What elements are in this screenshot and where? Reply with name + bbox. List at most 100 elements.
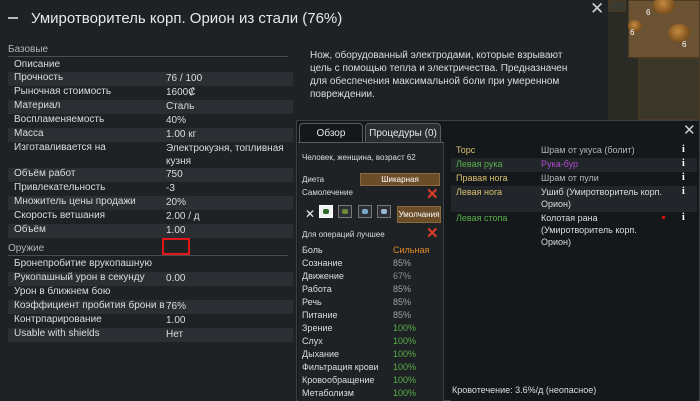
hediff-row[interactable]: Торс Шрам от укуса (болит) i	[451, 144, 697, 158]
stat-row[interactable]: Usable with shields Нет	[8, 328, 293, 342]
map-item-count: 6	[630, 28, 635, 37]
hediff-row[interactable]: Левая стопа Колотая рана (Умиротворитель…	[451, 212, 697, 250]
stat-row[interactable]: Масса 1.00 кг	[8, 128, 293, 142]
stat-value: 40%	[166, 115, 187, 126]
tab-overview[interactable]: Обзор	[299, 123, 363, 143]
stat-row[interactable]: Объём работ 750	[8, 168, 293, 182]
stat-row[interactable]: Коэффициент пробития брони в 76%	[8, 300, 293, 314]
body-part: Правая нога	[456, 173, 508, 183]
capacity-value: 67%	[393, 271, 412, 281]
capacity-value: 100%	[393, 336, 417, 346]
hediff-row[interactable]: Правая нога Шрам от пули i	[451, 172, 697, 186]
ultratech-medicine-icon[interactable]	[358, 205, 372, 218]
stat-row[interactable]: Бронепробитие врукопашную	[8, 258, 293, 272]
close-icon[interactable]: ✕	[683, 123, 696, 138]
body-part: Левая нога	[456, 187, 503, 197]
capacity-row[interactable]: Питание 85%	[302, 310, 442, 323]
stat-label: Рыночная стоимость	[14, 86, 112, 97]
capacity-row[interactable]: Речь 85%	[302, 297, 442, 310]
industrial-medicine-icon[interactable]	[338, 205, 352, 218]
capacity-label: Слух	[302, 336, 323, 346]
info-icon[interactable]: i	[682, 212, 685, 224]
stat-row[interactable]: Множитель цены продажи 20%	[8, 196, 293, 210]
stat-label: Описание	[14, 59, 61, 70]
hediff-label: Рука-бур	[541, 159, 579, 169]
hediff-label: Колотая рана (Умиротворитель корп. Орион…	[541, 213, 637, 247]
health-panel: Обзор Процедуры (0) ✕ Человек, женщина, …	[296, 120, 700, 401]
stat-label: Урон в ближнем бою	[14, 286, 111, 297]
hediff-row[interactable]: Левая нога Ушиб (Умиротворитель корп. Ор…	[451, 186, 697, 212]
stat-label: Изготавливается на	[14, 142, 106, 153]
stat-value: 0.00	[166, 273, 186, 284]
capacity-row[interactable]: Боль Сильная	[302, 245, 442, 258]
stat-label: Объём	[14, 224, 46, 235]
herbal-medicine-icon[interactable]	[319, 205, 333, 218]
operations-label: Для операций лучшее	[302, 230, 385, 239]
item-description: Нож, оборудованный электродами, которые …	[310, 50, 568, 100]
capacity-row[interactable]: Фильтрация крови 100%	[302, 362, 442, 375]
wood-stack-icon[interactable]	[668, 24, 690, 42]
diet-label: Диета	[302, 175, 325, 184]
stat-row[interactable]: Изготавливается на Электрокузня, топливна…	[8, 142, 293, 168]
capacity-value: 85%	[393, 310, 412, 320]
divider	[8, 255, 288, 256]
capacity-value: 100%	[393, 323, 417, 333]
stat-row[interactable]: Описание	[8, 59, 293, 73]
info-icon[interactable]: i	[682, 186, 685, 198]
info-icon[interactable]: i	[682, 144, 685, 156]
capacity-row[interactable]: Работа 85%	[302, 284, 442, 297]
capacity-label: Сознание	[302, 258, 343, 268]
capacity-value: 100%	[393, 375, 417, 385]
capacity-value: 100%	[393, 362, 417, 372]
hediff-list: Торс Шрам от укуса (болит) i Левая рука …	[451, 142, 697, 401]
stat-value: 750	[166, 169, 183, 180]
capacity-label: Дыхание	[302, 349, 339, 359]
capacity-row[interactable]: Слух 100%	[302, 336, 442, 349]
remove-icon[interactable]: ✕	[426, 226, 439, 241]
stat-row[interactable]: Контрпарирование 1.00	[8, 314, 293, 328]
stat-row[interactable]: Рукопашный урон в секунду 0.00	[8, 272, 293, 286]
capacity-row[interactable]: Дыхание 100%	[302, 349, 442, 362]
stat-row[interactable]: Привлекательность -3	[8, 182, 293, 196]
collapse-icon[interactable]	[8, 17, 18, 19]
stat-row[interactable]: Рыночная стоимость 1600₡	[8, 86, 293, 100]
highlight-box	[162, 238, 190, 255]
capacity-row[interactable]: Метаболизм 100%	[302, 388, 442, 401]
capacity-value: Сильная	[393, 245, 430, 255]
capacity-row[interactable]: Кровообращение 100%	[302, 375, 442, 388]
info-icon[interactable]: i	[682, 158, 685, 170]
stat-value: 1.00	[166, 225, 186, 236]
hediff-label: Ушиб (Умиротворитель корп. Орион)	[541, 187, 662, 209]
hediff-row[interactable]: Левая рука Рука-бур i	[451, 158, 697, 172]
glitterworld-medicine-icon[interactable]	[377, 205, 391, 218]
stat-row[interactable]: Урон в ближнем бою	[8, 286, 293, 300]
section-header-basic: Базовые	[8, 44, 49, 55]
info-icon[interactable]: i	[682, 172, 685, 184]
self-tend-label: Самолечение	[302, 188, 353, 197]
close-icon[interactable]: ✕	[590, 0, 604, 17]
stat-row[interactable]: Материал Сталь	[8, 100, 293, 114]
stat-label: Привлекательность	[14, 182, 106, 193]
stat-row[interactable]: Воспламеняемость 40%	[8, 114, 293, 128]
capacity-label: Речь	[302, 297, 322, 307]
capacity-label: Работа	[302, 284, 332, 294]
capacity-value: 85%	[393, 258, 412, 268]
stat-label: Бронепробитие врукопашную	[14, 258, 152, 269]
map-item-count: 6	[646, 8, 651, 17]
bleeding-rate: Кровотечение: 3.6%/д (неопасное)	[452, 385, 597, 395]
window-title: Умиротворитель корп. Орион из стали (76%…	[31, 10, 343, 27]
stat-value: 76 / 100	[166, 73, 203, 84]
stat-row[interactable]: Скорость ветшания 2.00 / д	[8, 210, 293, 224]
diet-button[interactable]: Шикарная	[360, 173, 440, 186]
capacity-row[interactable]: Сознание 85%	[302, 258, 442, 271]
stat-row[interactable]: Прочность 76 / 100	[8, 72, 293, 86]
medicine-defaults-button[interactable]: Умолчания	[397, 206, 441, 223]
tab-operations[interactable]: Процедуры (0)	[365, 123, 441, 143]
remove-icon[interactable]: ✕	[426, 187, 439, 202]
stat-label: Объём работ	[14, 168, 76, 179]
no-medicine-icon[interactable]: ✕	[305, 207, 315, 221]
stat-label: Материал	[14, 100, 61, 111]
stat-row[interactable]: Объём 1.00	[8, 224, 293, 238]
capacity-row[interactable]: Движение 67%	[302, 271, 442, 284]
capacity-row[interactable]: Зрение 100%	[302, 323, 442, 336]
